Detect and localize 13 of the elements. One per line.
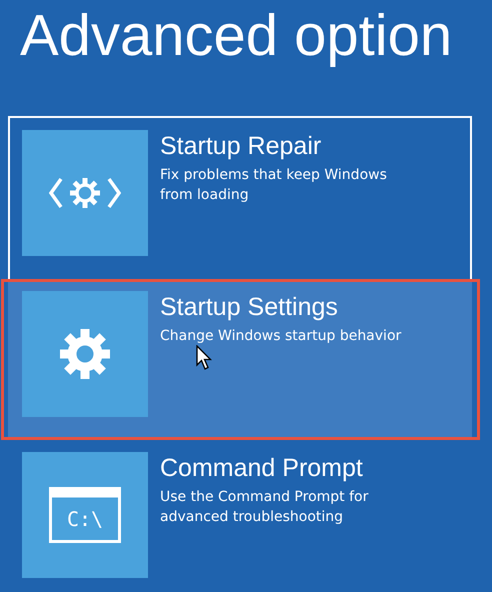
- option-tile[interactable]: Startup Repair Fix problems that keep Windows from loading: [8, 116, 472, 281]
- prompt-text: C:\: [66, 507, 104, 531]
- option-title: Startup Settings: [160, 293, 339, 322]
- option-description: Fix problems that keep Windows from loading: [160, 166, 388, 205]
- option-title: Startup Repair: [160, 132, 322, 161]
- option-tile[interactable]: C:\ Command Prompt Use the Command Prompt for advanced troubleshooting: [8, 438, 472, 580]
- page-title: Advanced option: [19, 2, 452, 70]
- mouse-pointer-icon: [196, 345, 212, 371]
- option-description: Use the Command Prompt for advanced troubleshooting: [160, 488, 370, 527]
- option-title: Command Prompt: [160, 454, 364, 483]
- option-description: Change Windows startup behavior: [160, 327, 402, 346]
- option-tile[interactable]: Startup Settings Change Windows startup behavior: [8, 281, 472, 438]
- gear-icon: [57, 326, 113, 382]
